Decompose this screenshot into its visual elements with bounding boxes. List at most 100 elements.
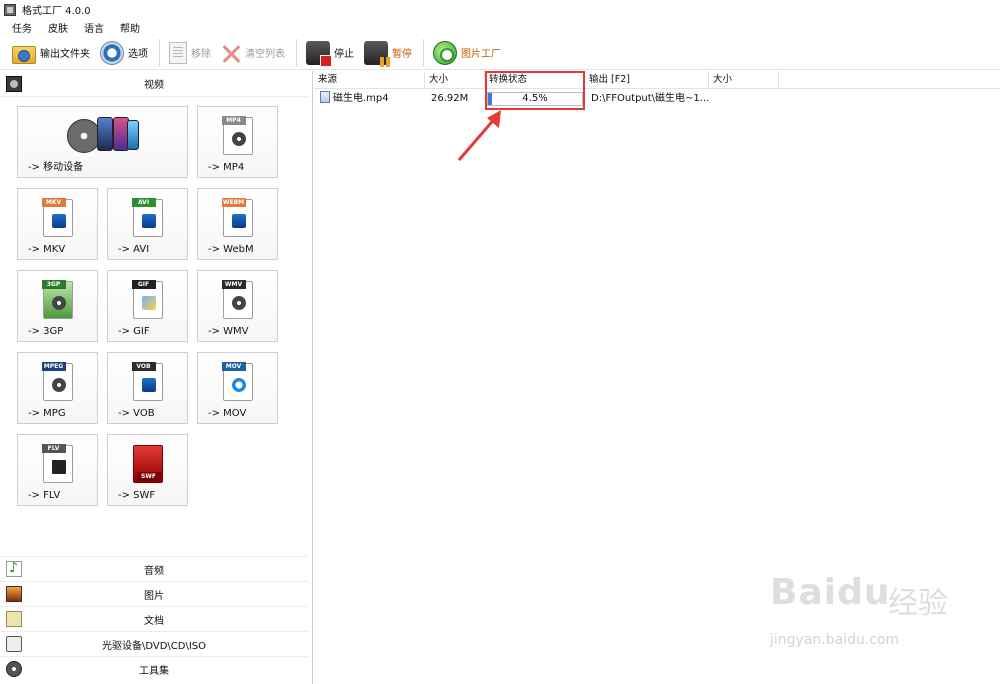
tile-gif[interactable]: GIF -> GIF	[107, 270, 188, 342]
tile-swf[interactable]: SWF -> SWF	[107, 434, 188, 506]
vob-file-icon: VOB	[131, 362, 163, 401]
menu-bar: 任务 皮肤 语言 帮助	[0, 19, 1000, 35]
badge: FLV	[41, 444, 66, 453]
watermark-brand: Baidu	[770, 572, 891, 613]
tile-avi[interactable]: AVI -> AVI	[107, 188, 188, 260]
picture-factory-label: 图片工厂	[461, 49, 501, 60]
toolbar-separator	[159, 38, 160, 67]
output-folder-button[interactable]: 输出文件夹	[8, 38, 94, 68]
pause-icon	[364, 40, 390, 67]
picture-icon	[6, 586, 22, 602]
size-cell: 26.92M	[431, 93, 469, 104]
menu-skin[interactable]: 皮肤	[48, 20, 68, 35]
stop-icon	[306, 40, 332, 67]
panel-splitter[interactable]	[312, 71, 313, 684]
stop-label: 停止	[334, 49, 354, 60]
tile-mobile-device[interactable]: -> 移动设备	[17, 106, 188, 178]
mobile-devices-icon	[66, 117, 139, 153]
badge: WMV	[221, 280, 246, 289]
category-label: 音频	[144, 565, 164, 577]
badge: MKV	[41, 198, 66, 207]
output-path-cell: D:\FFOutput\磁生电~1...	[591, 93, 709, 104]
highlight-annotation-box	[485, 71, 585, 110]
video-icon	[6, 76, 22, 92]
column-output[interactable]: 输出 [F2]	[585, 71, 709, 89]
tile-label: -> GIF	[118, 326, 150, 337]
tile-label: -> AVI	[118, 244, 150, 255]
category-tools[interactable]: 工具集	[0, 656, 308, 681]
toolbar-separator	[423, 38, 424, 67]
menu-language[interactable]: 语言	[84, 20, 104, 35]
tile-vob[interactable]: VOB -> VOB	[107, 352, 188, 424]
picture-factory-button[interactable]: 图片工厂	[429, 38, 505, 68]
output-folder-label: 输出文件夹	[40, 49, 90, 60]
options-button[interactable]: 选项	[96, 38, 152, 68]
category-panel: 视频 -> 移动设备 MP4 -> MP4 MKV -> MKV AVI -> …	[0, 71, 308, 684]
tile-wmv[interactable]: WMV -> WMV	[197, 270, 278, 342]
tile-mpg[interactable]: MPEG -> MPG	[17, 352, 98, 424]
options-label: 选项	[128, 49, 148, 60]
remove-label: 移除	[191, 49, 211, 60]
webm-file-icon: WEBM	[221, 198, 253, 237]
table-row[interactable]: 磁生电.mp4 26.92M 4.5% D:\FFOutput\磁生电~1...	[314, 90, 1000, 108]
tile-label: -> WMV	[208, 326, 249, 337]
music-note-icon	[6, 560, 22, 577]
tile-mov[interactable]: MOV -> MOV	[197, 352, 278, 424]
red-arrow-annotation	[457, 110, 501, 161]
mkv-file-icon: MKV	[41, 198, 73, 237]
window-title: 格式工厂 4.0.0	[22, 6, 91, 17]
watermark-cn: 经验	[888, 586, 948, 621]
baidu-watermark: Baidu 经验 jingyan.baidu.com	[770, 572, 970, 662]
badge: MOV	[221, 362, 246, 371]
video-category-label: 视频	[144, 80, 164, 91]
picture-factory-icon	[433, 40, 457, 65]
category-disc[interactable]: 光驱设备\DVD\CD\ISO	[0, 631, 308, 656]
column-size[interactable]: 大小	[425, 71, 485, 89]
tile-flv[interactable]: FLV -> FLV	[17, 434, 98, 506]
gif-file-icon: GIF	[131, 280, 163, 319]
badge: WEBM	[221, 198, 246, 207]
tile-mp4[interactable]: MP4 -> MP4	[197, 106, 278, 178]
category-audio[interactable]: 音频	[0, 556, 308, 581]
tile-label: -> VOB	[118, 408, 155, 419]
3gp-file-icon: 3GP	[41, 280, 73, 319]
title-bar: 格式工厂 4.0.0	[0, 0, 1000, 19]
video-category-header[interactable]: 视频	[0, 71, 308, 97]
badge: MP4	[221, 116, 246, 125]
category-list: 音频 图片 文档 光驱设备\DVD\CD\ISO 工具集	[0, 556, 308, 681]
tile-label: -> 移动设备	[28, 162, 84, 173]
options-icon	[100, 40, 124, 65]
tile-webm[interactable]: WEBM -> WebM	[197, 188, 278, 260]
document-icon	[6, 611, 22, 627]
tile-3gp[interactable]: 3GP -> 3GP	[17, 270, 98, 342]
tile-label: -> MKV	[28, 244, 66, 255]
pause-button[interactable]: 暂停	[360, 38, 416, 68]
column-source[interactable]: 来源	[314, 71, 425, 89]
category-image[interactable]: 图片	[0, 581, 308, 606]
swf-flash-icon: SWF	[132, 445, 163, 483]
tile-label: -> 3GP	[28, 326, 64, 337]
menu-task[interactable]: 任务	[12, 20, 32, 35]
watermark-url: jingyan.baidu.com	[770, 632, 900, 648]
category-document[interactable]: 文档	[0, 606, 308, 631]
list-header: 来源 大小 转换状态 输出 [F2] 大小	[314, 71, 1000, 89]
badge: SWF	[136, 472, 161, 481]
stop-button[interactable]: 停止	[302, 38, 358, 68]
tile-label: -> WebM	[208, 244, 254, 255]
mov-file-icon: MOV	[221, 362, 253, 401]
menu-help[interactable]: 帮助	[120, 20, 140, 35]
clear-x-icon	[221, 43, 241, 63]
toolbar-separator	[296, 38, 297, 67]
remove-button[interactable]: 移除	[165, 38, 215, 68]
clear-list-label: 清空列表	[245, 49, 285, 60]
column-output-size[interactable]: 大小	[709, 71, 779, 89]
category-label: 图片	[144, 590, 164, 602]
tile-mkv[interactable]: MKV -> MKV	[17, 188, 98, 260]
mp4-file-icon: MP4	[221, 116, 253, 155]
tools-icon	[6, 661, 22, 677]
badge: AVI	[131, 198, 156, 207]
mpg-file-icon: MPEG	[41, 362, 73, 401]
wmv-file-icon: WMV	[221, 280, 253, 319]
clear-list-button[interactable]: 清空列表	[217, 38, 289, 68]
tile-label: -> MP4	[208, 162, 245, 173]
